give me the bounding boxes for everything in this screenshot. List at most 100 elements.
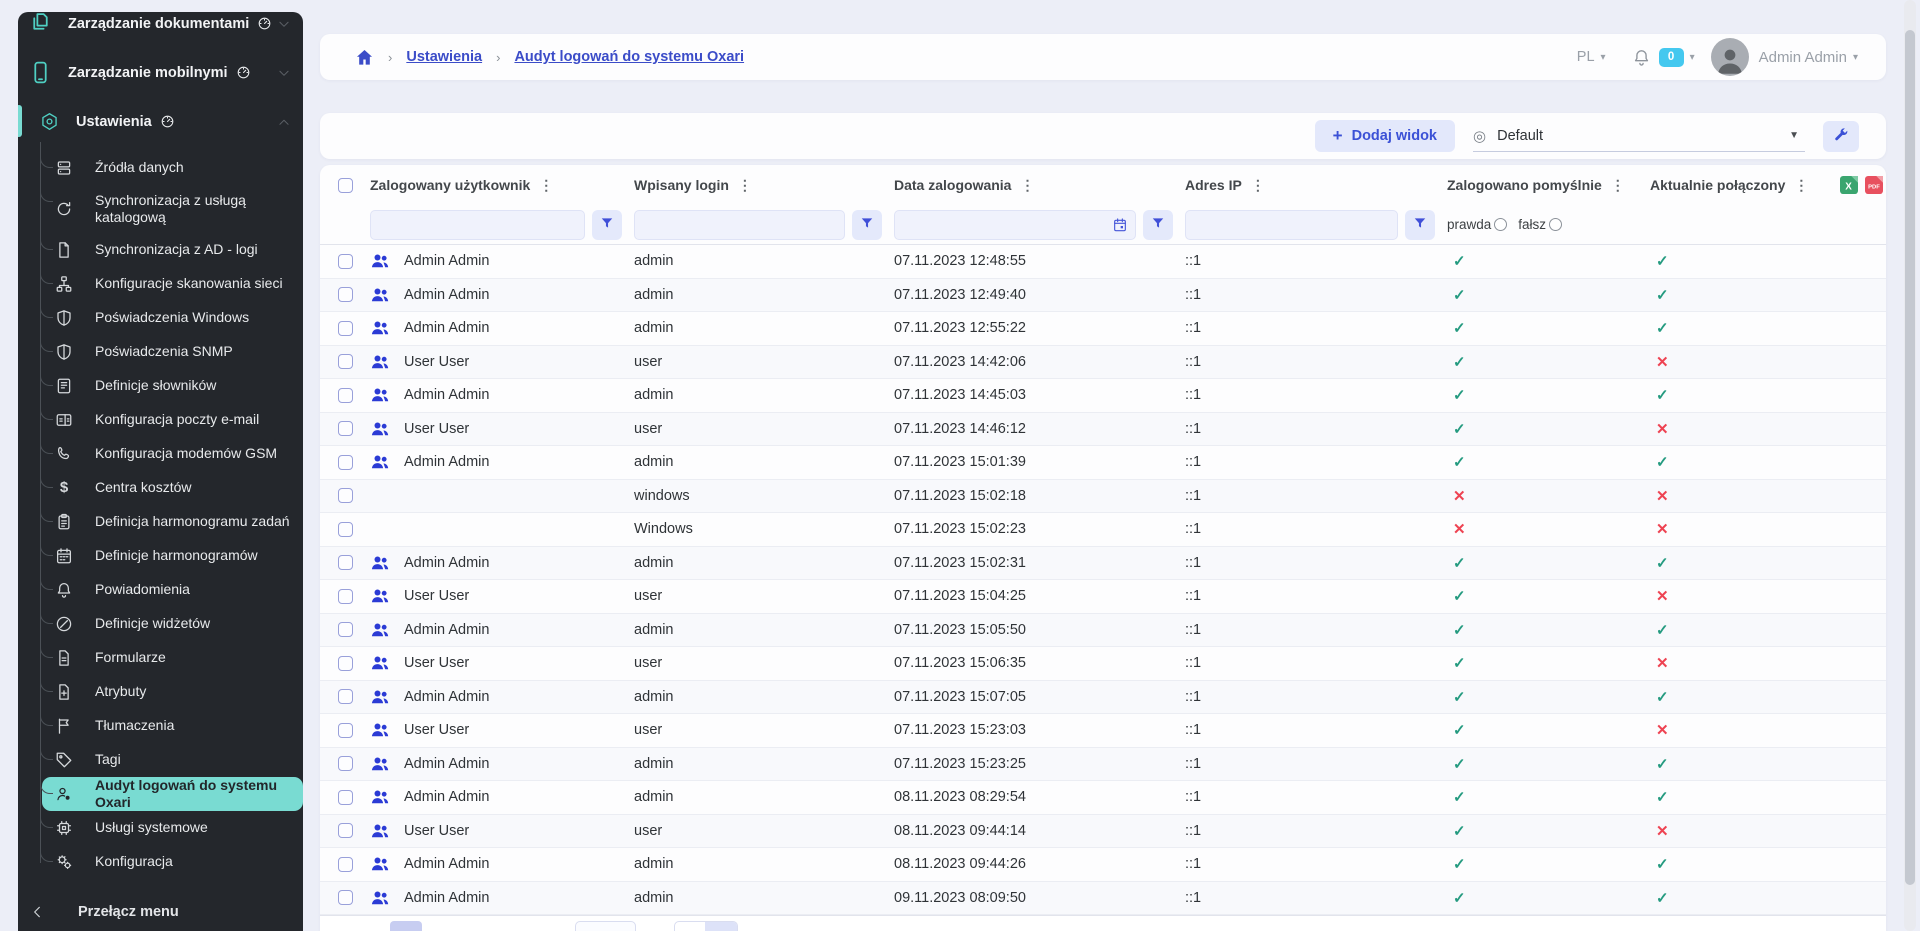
row-checkbox[interactable] bbox=[338, 723, 353, 738]
chevron-up-icon[interactable] bbox=[277, 115, 291, 129]
sidebar-item[interactable]: Źródła danych bbox=[18, 151, 303, 185]
kebab-menu-icon[interactable]: ⋮ bbox=[1020, 177, 1034, 194]
row-checkbox[interactable] bbox=[338, 488, 353, 503]
sidebar-item-zarzadzanie-mobilnymi[interactable]: Zarządzanie mobilnymi bbox=[18, 48, 303, 97]
sidebar-item[interactable]: Konfiguracja modemów GSM bbox=[18, 437, 303, 471]
filter-button-user[interactable] bbox=[592, 210, 622, 240]
chevron-down-icon[interactable]: ▾ bbox=[1690, 52, 1695, 63]
scrollbar-thumb[interactable] bbox=[1905, 30, 1915, 885]
sidebar-item-zarzadzanie-dokumentami[interactable]: Zarządzanie dokumentami bbox=[18, 12, 303, 48]
column-header[interactable]: Adres IP bbox=[1185, 177, 1242, 193]
page-size-select[interactable] bbox=[575, 921, 636, 931]
table-row[interactable]: Admin Admin admin 07.11.2023 15:01:39 ::… bbox=[320, 446, 1886, 480]
row-checkbox[interactable] bbox=[338, 321, 353, 336]
sidebar-item[interactable]: Definicje słowników bbox=[18, 369, 303, 403]
sidebar-item[interactable]: Powiadomienia bbox=[18, 573, 303, 607]
kebab-menu-icon[interactable]: ⋮ bbox=[1251, 177, 1265, 194]
row-checkbox[interactable] bbox=[338, 589, 353, 604]
customize-columns-button[interactable] bbox=[1823, 121, 1859, 152]
chevron-down-icon[interactable] bbox=[277, 17, 291, 31]
table-row[interactable]: Admin Admin admin 08.11.2023 09:44:26 ::… bbox=[320, 848, 1886, 882]
table-row[interactable]: Admin Admin admin 07.11.2023 15:05:50 ::… bbox=[320, 614, 1886, 648]
filter-button-ip[interactable] bbox=[1405, 210, 1435, 240]
bell-icon[interactable] bbox=[1632, 48, 1651, 67]
page-number-button[interactable] bbox=[674, 921, 738, 931]
breadcrumb-link-audyt[interactable]: Audyt logowań do systemu Oxari bbox=[514, 49, 744, 65]
row-checkbox[interactable] bbox=[338, 823, 353, 838]
chevron-down-icon[interactable]: ▾ bbox=[1853, 52, 1858, 63]
table-row[interactable]: Admin Admin admin 07.11.2023 12:49:40 ::… bbox=[320, 279, 1886, 313]
kebab-menu-icon[interactable]: ⋮ bbox=[1611, 177, 1625, 194]
row-checkbox[interactable] bbox=[338, 790, 353, 805]
row-checkbox[interactable] bbox=[338, 756, 353, 771]
kebab-menu-icon[interactable]: ⋮ bbox=[539, 177, 553, 194]
toggle-menu-button[interactable]: Przełącz menu bbox=[18, 897, 303, 927]
chevron-down-icon[interactable] bbox=[277, 66, 291, 80]
add-view-button[interactable]: + Dodaj widok bbox=[1315, 120, 1455, 152]
column-header[interactable]: Zalogowany użytkownik bbox=[370, 177, 530, 193]
table-row[interactable]: Windows 07.11.2023 15:02:23 ::1 ✕ ✕ bbox=[320, 513, 1886, 547]
language-selector[interactable]: PL bbox=[1577, 49, 1595, 65]
row-checkbox[interactable] bbox=[338, 890, 353, 905]
export-pdf-icon[interactable]: PDF bbox=[1865, 176, 1883, 194]
home-icon[interactable] bbox=[355, 48, 374, 67]
sidebar-item[interactable]: Poświadczenia SNMP bbox=[18, 335, 303, 369]
sidebar-item[interactable]: Synchronizacja z AD - logi bbox=[18, 233, 303, 267]
table-row[interactable]: Admin Admin admin 08.11.2023 08:29:54 ::… bbox=[320, 781, 1886, 815]
notification-badge[interactable]: 0 bbox=[1659, 48, 1684, 67]
sidebar-item[interactable]: $ Centra kosztów bbox=[18, 471, 303, 505]
row-checkbox[interactable] bbox=[338, 287, 353, 302]
filter-input-ip[interactable] bbox=[1185, 210, 1398, 240]
breadcrumb-link-ustawienia[interactable]: Ustawienia bbox=[406, 49, 482, 65]
table-row[interactable]: Admin Admin admin 07.11.2023 12:48:55 ::… bbox=[320, 245, 1886, 279]
sidebar-item[interactable]: Definicje harmonogramów bbox=[18, 539, 303, 573]
filter-true-radio[interactable] bbox=[1494, 218, 1507, 231]
column-header[interactable]: Zalogowano pomyślnie bbox=[1447, 177, 1602, 193]
row-checkbox[interactable] bbox=[338, 622, 353, 637]
table-row[interactable]: User User user 07.11.2023 14:46:12 ::1 ✓… bbox=[320, 413, 1886, 447]
row-checkbox[interactable] bbox=[338, 388, 353, 403]
sidebar-item[interactable]: Formularze bbox=[18, 641, 303, 675]
table-row[interactable]: Admin Admin admin 07.11.2023 12:55:22 ::… bbox=[320, 312, 1886, 346]
row-checkbox[interactable] bbox=[338, 354, 353, 369]
row-checkbox[interactable] bbox=[338, 455, 353, 470]
table-row[interactable]: Admin Admin admin 09.11.2023 08:09:50 ::… bbox=[320, 882, 1886, 916]
kebab-menu-icon[interactable]: ⋮ bbox=[1794, 177, 1808, 194]
sidebar-item[interactable]: Definicje widżetów bbox=[18, 607, 303, 641]
avatar[interactable] bbox=[1711, 38, 1749, 76]
filter-input-date[interactable] bbox=[894, 210, 1136, 240]
column-header[interactable]: Wpisany login bbox=[634, 177, 729, 193]
column-header[interactable]: Data zalogowania bbox=[894, 177, 1011, 193]
row-checkbox[interactable] bbox=[338, 555, 353, 570]
view-selector[interactable]: ◎ Default ▼ bbox=[1473, 120, 1805, 152]
filter-input-user[interactable] bbox=[370, 210, 585, 240]
column-header[interactable]: Aktualnie połączony bbox=[1650, 177, 1785, 193]
table-row[interactable]: User User user 07.11.2023 15:06:35 ::1 ✓… bbox=[320, 647, 1886, 681]
sidebar-item[interactable]: Audyt logowań do systemu Oxari bbox=[42, 777, 303, 811]
row-checkbox[interactable] bbox=[338, 656, 353, 671]
row-checkbox[interactable] bbox=[338, 421, 353, 436]
row-checkbox[interactable] bbox=[338, 689, 353, 704]
table-row[interactable]: Admin Admin admin 07.11.2023 14:45:03 ::… bbox=[320, 379, 1886, 413]
table-row[interactable]: Admin Admin admin 07.11.2023 15:02:31 ::… bbox=[320, 547, 1886, 581]
sidebar-item[interactable]: Poświadczenia Windows bbox=[18, 301, 303, 335]
sidebar-item[interactable]: Tłumaczenia bbox=[18, 709, 303, 743]
sidebar-item[interactable]: Definicja harmonogramu zadań bbox=[18, 505, 303, 539]
sidebar-item[interactable]: Usługi systemowe bbox=[18, 811, 303, 845]
sidebar-item-ustawienia[interactable]: Ustawienia bbox=[18, 97, 303, 146]
filter-button-login[interactable] bbox=[852, 210, 882, 240]
scrollbar[interactable] bbox=[1904, 0, 1916, 931]
row-checkbox[interactable] bbox=[338, 857, 353, 872]
table-row[interactable]: User User user 07.11.2023 14:42:06 ::1 ✓… bbox=[320, 346, 1886, 380]
chevron-down-icon[interactable]: ▾ bbox=[1601, 52, 1606, 63]
table-row[interactable]: User User user 07.11.2023 15:23:03 ::1 ✓… bbox=[320, 714, 1886, 748]
table-row[interactable]: User User user 07.11.2023 15:04:25 ::1 ✓… bbox=[320, 580, 1886, 614]
table-row[interactable]: Admin Admin admin 07.11.2023 15:07:05 ::… bbox=[320, 681, 1886, 715]
page-button[interactable] bbox=[390, 921, 422, 931]
table-row[interactable]: Admin Admin admin 07.11.2023 15:23:25 ::… bbox=[320, 748, 1886, 782]
sidebar-item[interactable]: Konfiguracja bbox=[18, 845, 303, 879]
sidebar-item[interactable]: Konfiguracje skanowania sieci bbox=[18, 267, 303, 301]
user-menu[interactable]: Admin Admin bbox=[1759, 49, 1847, 66]
calendar-icon[interactable] bbox=[1112, 217, 1128, 233]
kebab-menu-icon[interactable]: ⋮ bbox=[738, 177, 752, 194]
